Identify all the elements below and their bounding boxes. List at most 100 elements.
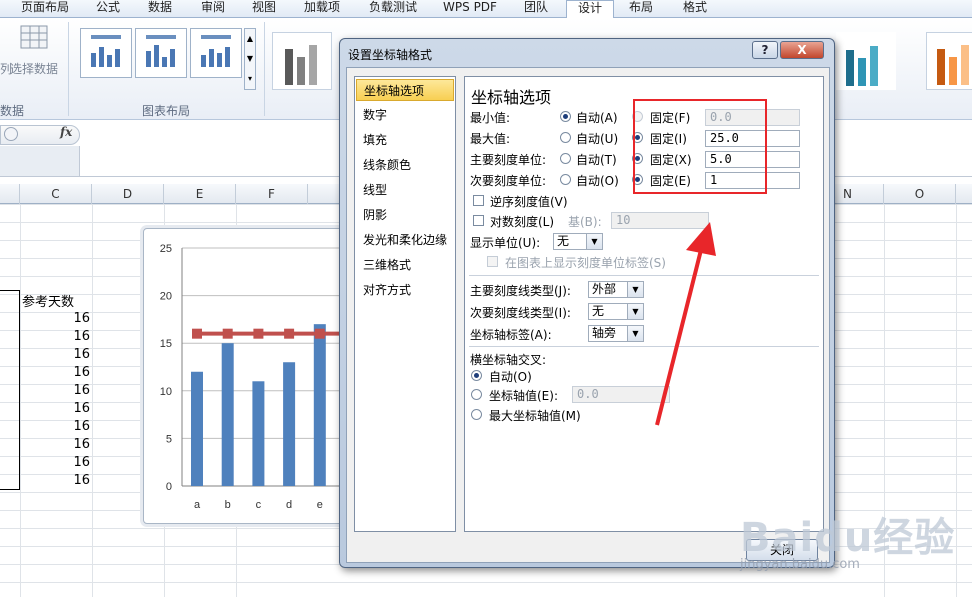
category-list: 坐标轴选项 数字 填充 线条颜色 线型 阴影 发光和柔化边缘 三维格式 对齐方式	[354, 76, 456, 532]
collapse-icon[interactable]	[4, 127, 18, 141]
display-units-label: 显示单位(U):	[470, 236, 541, 250]
tab-layout[interactable]: 布局	[618, 0, 664, 18]
table-cell[interactable]: 16	[60, 419, 90, 434]
major-tick-select[interactable]: 外部 ▼	[588, 281, 644, 298]
log-scale-checkbox[interactable]	[473, 215, 484, 226]
tab-data[interactable]: 数据	[142, 0, 178, 18]
reverse-order-checkbox[interactable]	[473, 195, 484, 206]
chart-style-teal[interactable]	[836, 32, 896, 90]
table-cell[interactable]: 16	[60, 437, 90, 452]
crosses-value-input[interactable]: 0.0	[572, 386, 670, 403]
chart-layout-3[interactable]	[190, 28, 242, 78]
chart-layout-1[interactable]	[80, 28, 132, 78]
table-cell[interactable]: 16	[60, 383, 90, 398]
table-cell[interactable]: 16	[60, 473, 90, 488]
x-tick-label: e	[317, 499, 323, 511]
nav-item-line-style[interactable]: 线型	[356, 179, 454, 201]
axis-labels-select[interactable]: 轴旁 ▼	[588, 325, 644, 342]
nav-item-glow[interactable]: 发光和柔化边缘	[356, 229, 454, 251]
max-value-label: 最大值:	[470, 132, 511, 146]
chart-plot[interactable]: 0 5 10 15 20 25 a b c d e	[144, 229, 354, 525]
chevron-down-icon[interactable]: ▼	[627, 304, 643, 319]
nav-item-3d-format[interactable]: 三维格式	[356, 254, 454, 276]
chevron-down-icon[interactable]: ▼	[627, 326, 643, 341]
embedded-chart[interactable]: 0 5 10 15 20 25 a b c d e	[143, 228, 354, 525]
tab-team[interactable]: 团队	[516, 0, 556, 18]
table-cell[interactable]: 16	[60, 365, 90, 380]
close-icon[interactable]: X	[780, 41, 824, 59]
column-header-d[interactable]: D	[92, 184, 164, 204]
table-cell[interactable]: 16	[60, 401, 90, 416]
crosses-value-radio[interactable]	[471, 389, 482, 400]
table-cell[interactable]: 16	[60, 329, 90, 344]
watermark-url: jingyan.baidu.com	[740, 557, 860, 572]
column-header[interactable]	[0, 184, 20, 204]
nav-item-axis-options[interactable]: 坐标轴选项	[356, 79, 454, 101]
minor-tick-label: 次要刻度线类型(I):	[470, 306, 571, 320]
panel-title: 坐标轴选项	[471, 88, 552, 107]
nav-item-number[interactable]: 数字	[356, 104, 454, 126]
reverse-order-label[interactable]: 逆序刻度值(V)	[490, 193, 568, 210]
line-marker	[253, 328, 264, 339]
chart-style-orange[interactable]	[926, 32, 972, 90]
select-data-icon[interactable]	[20, 24, 52, 54]
minor-auto-label[interactable]: 自动(O)	[576, 172, 619, 189]
max-auto-label[interactable]: 自动(U)	[576, 130, 618, 147]
nav-item-shadow[interactable]: 阴影	[356, 204, 454, 226]
column-header-f[interactable]: F	[236, 184, 308, 204]
line-marker	[222, 328, 233, 339]
select-data-button[interactable]: 选择数据	[10, 60, 58, 77]
minor-auto-radio[interactable]	[560, 174, 571, 185]
bar	[283, 362, 296, 486]
chevron-down-icon[interactable]: ▼	[627, 282, 643, 297]
table-cell[interactable]: 16	[60, 311, 90, 326]
chart-style-gray[interactable]	[272, 32, 332, 90]
crosses-value-label[interactable]: 坐标轴值(E):	[489, 387, 558, 404]
tab-design[interactable]: 设计	[566, 0, 614, 19]
tab-view[interactable]: 视图	[246, 0, 282, 18]
y-tick-label: 15	[160, 338, 172, 350]
crosses-max-radio[interactable]	[471, 409, 482, 420]
nav-item-fill[interactable]: 填充	[356, 129, 454, 151]
tab-formulas[interactable]: 公式	[90, 0, 126, 18]
watermark-logo: Baidu经验	[740, 515, 956, 561]
column-header-c[interactable]: C	[20, 184, 92, 204]
crosses-auto-radio[interactable]	[471, 370, 482, 381]
tab-addins[interactable]: 加载项	[298, 0, 346, 18]
major-tick-value: 外部	[592, 282, 617, 296]
major-auto-radio[interactable]	[560, 153, 571, 164]
minor-tick-select[interactable]: 无 ▼	[588, 303, 644, 320]
display-units-select[interactable]: 无 ▼	[553, 233, 603, 250]
layout-gallery-scroll[interactable]: ▲ ▼ ▾	[244, 28, 256, 90]
tab-page-layout[interactable]: 页面布局	[14, 0, 76, 18]
max-auto-radio[interactable]	[560, 132, 571, 143]
help-icon[interactable]: ?	[752, 41, 778, 59]
log-base-input[interactable]: 10	[611, 212, 709, 229]
bar	[221, 343, 234, 486]
chevron-down-icon[interactable]: ▼	[586, 234, 602, 249]
crosses-max-label[interactable]: 最大坐标轴值(M)	[489, 407, 581, 424]
insert-function-icon[interactable]: fx	[60, 125, 72, 139]
min-auto-label[interactable]: 自动(A)	[576, 109, 618, 126]
annotation-highlight-box	[633, 99, 767, 194]
reference-days-header[interactable]: 参考天数	[22, 291, 74, 310]
table-cell[interactable]: 16	[60, 347, 90, 362]
major-auto-label[interactable]: 自动(T)	[576, 151, 617, 168]
nav-item-alignment[interactable]: 对齐方式	[356, 279, 454, 301]
tab-format[interactable]: 格式	[672, 0, 718, 18]
table-cell[interactable]: 16	[60, 455, 90, 470]
tab-load-test[interactable]: 负载测试	[362, 0, 424, 18]
y-tick-label: 20	[160, 291, 172, 303]
show-units-checkbox[interactable]	[487, 256, 498, 267]
column-header-e[interactable]: E	[164, 184, 236, 204]
dialog-title: 设置坐标轴格式	[348, 48, 433, 62]
chart-layout-2[interactable]	[135, 28, 187, 78]
nav-item-line-color[interactable]: 线条颜色	[356, 154, 454, 176]
tab-review[interactable]: 审阅	[195, 0, 231, 18]
min-auto-radio[interactable]	[560, 111, 571, 122]
data-group-label: 数据	[0, 104, 25, 118]
crosses-auto-label[interactable]: 自动(O)	[489, 368, 532, 385]
tab-wps-pdf[interactable]: WPS PDF	[440, 0, 500, 18]
column-header-o[interactable]: O	[884, 184, 956, 204]
log-scale-label[interactable]: 对数刻度(L)	[490, 213, 554, 230]
